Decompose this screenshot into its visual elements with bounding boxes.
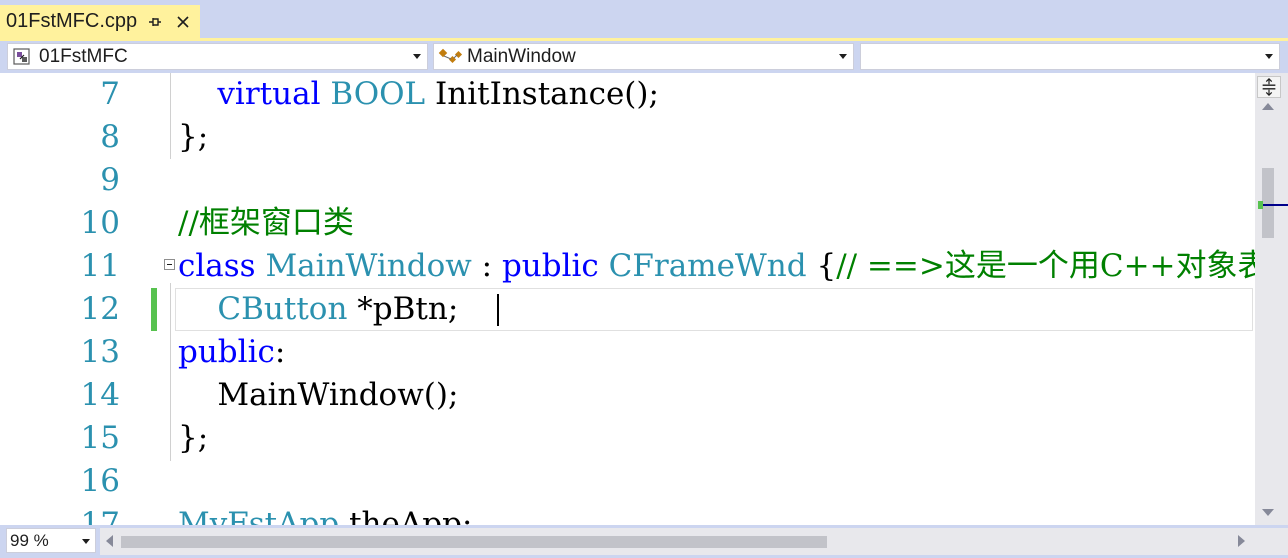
code-token: :	[471, 248, 502, 284]
line-number: 12	[80, 291, 120, 327]
line-number: 15	[80, 420, 120, 456]
outline-guide	[170, 73, 171, 159]
tab-strip: 01FstMFC.cpp	[0, 0, 1288, 38]
code-token: BOOL	[330, 76, 426, 112]
scroll-left-icon[interactable]	[106, 535, 113, 547]
line-number: 10	[80, 205, 120, 241]
split-window-icon[interactable]	[1257, 76, 1281, 98]
code-text: virtual BOOL InitInstance();	[178, 73, 659, 116]
line-number: 14	[80, 377, 120, 413]
text-caret	[497, 294, 499, 326]
chevron-down-icon	[82, 539, 90, 544]
code-text: public:	[178, 331, 285, 374]
line-number: 16	[80, 463, 120, 499]
code-text: //框架窗口类	[178, 202, 354, 245]
scroll-down-icon[interactable]	[1262, 509, 1274, 516]
code-token: CFrameWnd	[608, 248, 807, 284]
code-token: };	[178, 119, 209, 155]
tab-01fstmfc-cpp[interactable]: 01FstMFC.cpp	[0, 5, 200, 38]
scope-dropdown[interactable]: MainWindow	[433, 43, 854, 70]
collapse-toggle-icon[interactable]	[164, 259, 175, 270]
zoom-dropdown[interactable]: 99 %	[6, 528, 96, 553]
zoom-level: 99 %	[10, 530, 49, 550]
code-token: MyFstApp	[178, 506, 340, 525]
code-text: MyFstApp theApp;	[178, 503, 472, 525]
code-line[interactable]: 8};	[0, 116, 1255, 159]
line-number: 11	[80, 248, 120, 284]
code-token: //框架窗口类	[178, 205, 354, 241]
code-token: MainWindow();	[178, 377, 459, 413]
code-line[interactable]: 10 //框架窗口类	[0, 202, 1255, 245]
editor-bottom-bar: 99 %	[0, 525, 1288, 558]
line-number: 7	[100, 76, 120, 112]
scroll-up-icon[interactable]	[1262, 103, 1274, 110]
code-token: class	[178, 248, 256, 284]
code-text: };	[178, 116, 208, 159]
code-line[interactable]: 13 public:	[0, 331, 1255, 374]
close-icon[interactable]	[175, 14, 191, 30]
code-text: class MainWindow : public CFrameWnd {// …	[178, 245, 1255, 288]
code-token: MainWindow	[265, 248, 472, 284]
code-line[interactable]: 16	[0, 460, 1255, 503]
code-token: // ==>这是一个用C++对象表	[836, 248, 1255, 284]
class-icon	[438, 48, 463, 63]
change-tracking-bar	[151, 288, 157, 331]
chevron-down-icon	[413, 54, 421, 59]
project-dropdown[interactable]: 01FstMFC	[7, 43, 428, 70]
code-line[interactable]: 9	[0, 159, 1255, 202]
scroll-right-icon[interactable]	[1238, 535, 1245, 547]
horizontal-scrollbar[interactable]	[100, 528, 1255, 555]
line-number: 9	[100, 162, 120, 198]
chevron-down-icon	[839, 54, 847, 59]
code-text: MainWindow();	[178, 374, 458, 417]
code-token: };	[178, 420, 209, 456]
code-line[interactable]: 15};	[0, 417, 1255, 460]
code-line[interactable]: 14 MainWindow();	[0, 374, 1255, 417]
project-name: 01FstMFC	[39, 45, 128, 67]
vertical-scrollbar[interactable]	[1255, 73, 1288, 525]
scope-name: MainWindow	[467, 45, 576, 67]
code-token: public	[501, 248, 599, 284]
code-token: virtual	[217, 76, 321, 112]
scroll-caret-marker	[1263, 204, 1288, 206]
code-editor[interactable]: 7 virtual BOOL InitInstance(); 8}; 9 10//框架…	[0, 73, 1255, 525]
code-text: };	[178, 417, 208, 460]
code-token: theApp;	[339, 506, 473, 525]
horizontal-scroll-thumb[interactable]	[121, 536, 827, 548]
scrollbar-corner	[1255, 528, 1288, 555]
outline-guide	[170, 283, 171, 461]
code-token: InitInstance();	[425, 76, 659, 112]
tab-label: 01FstMFC.cpp	[6, 10, 138, 32]
code-token: {	[806, 248, 837, 284]
code-token: :	[274, 334, 286, 370]
code-line[interactable]: 17 MyFstApp theApp;	[0, 503, 1255, 525]
member-dropdown[interactable]	[860, 43, 1280, 70]
vertical-scroll-thumb[interactable]	[1262, 168, 1274, 238]
navigation-bar: 01FstMFC MainWindow	[0, 41, 1288, 73]
current-line-highlight	[175, 288, 1253, 331]
code-token: public	[178, 334, 275, 370]
line-number: 13	[80, 334, 120, 370]
project-icon	[13, 47, 30, 65]
pin-icon[interactable]	[147, 14, 163, 30]
line-number: 17	[80, 506, 120, 525]
code-line[interactable]: 7 virtual BOOL InitInstance();	[0, 73, 1255, 116]
line-number: 8	[100, 119, 120, 155]
code-line[interactable]: 11 class MainWindow : public CFrameWnd {/…	[0, 245, 1255, 288]
chevron-down-icon	[1265, 54, 1273, 59]
